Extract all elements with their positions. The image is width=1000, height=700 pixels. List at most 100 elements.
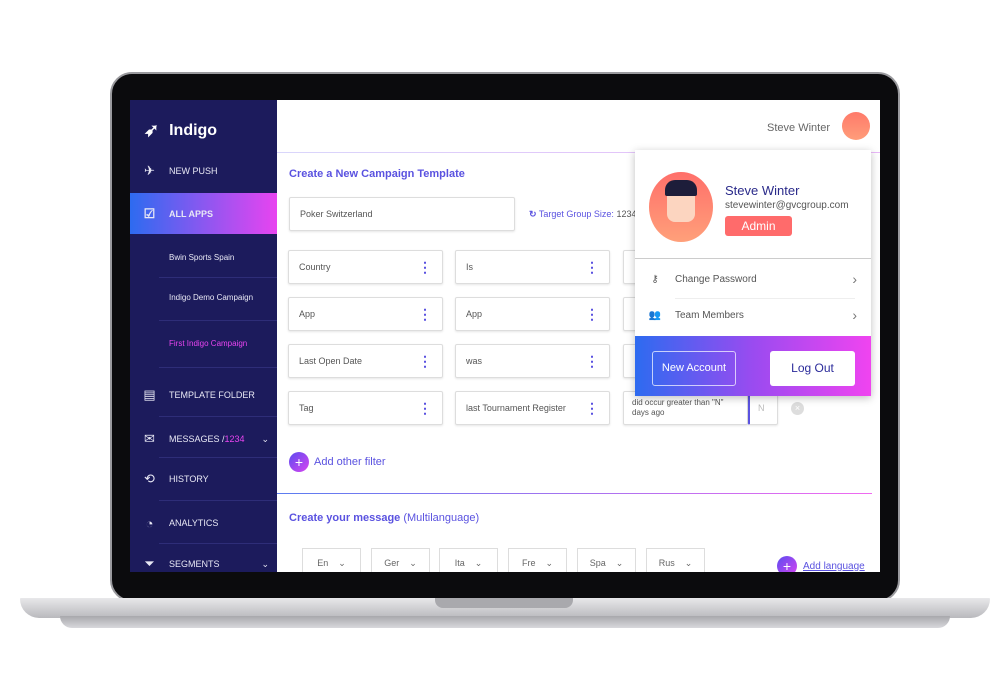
- value: App: [466, 309, 483, 319]
- messages-count: 1234: [224, 434, 245, 444]
- menu-item-change-password[interactable]: ⚷ Change Password ›: [635, 261, 871, 297]
- label: Target Group Size:: [538, 209, 614, 219]
- language-select-spa[interactable]: Spa ⌄: [577, 548, 636, 572]
- filter-icon: ⏷: [144, 556, 155, 571]
- divider: [277, 493, 872, 494]
- sidebar-item-all-apps[interactable]: ☑ ALL APPS: [130, 193, 277, 234]
- subtitle: (Multilanguage): [403, 512, 480, 524]
- avatar[interactable]: [842, 112, 870, 140]
- chevron-down-icon: ⌄: [261, 558, 269, 569]
- sidebar-item-new-push[interactable]: ✈ NEW PUSH: [130, 158, 277, 184]
- n-days-input[interactable]: N: [748, 391, 778, 425]
- refresh-icon[interactable]: ↻: [529, 209, 537, 219]
- message-title: Create your message (Multilanguage): [289, 512, 479, 524]
- page-title: Create a New Campaign Template: [289, 168, 465, 180]
- screen: ➶ Indigo ✈ NEW PUSH ☑ ALL APPS Bwin Sports …: [130, 100, 880, 572]
- new-account-button[interactable]: New Account: [652, 351, 736, 386]
- chevron-right-icon: ›: [852, 307, 857, 323]
- more-vertical-icon[interactable]: ⋮: [585, 307, 599, 321]
- chevron-right-icon: ›: [852, 271, 857, 287]
- more-vertical-icon[interactable]: ⋮: [418, 354, 432, 368]
- sidebar-item-messages[interactable]: ✉ MESSAGES / 1234 ⌄: [130, 428, 277, 450]
- chevron-down-icon: ⌄: [615, 557, 624, 568]
- label: ANALYTICS: [169, 518, 219, 528]
- laptop-notch: [435, 598, 573, 608]
- remove-filter-icon[interactable]: ×: [791, 402, 804, 415]
- divider: [159, 457, 277, 458]
- edit-icon: ☑: [143, 205, 156, 221]
- filter-field-select[interactable]: App ⋮: [288, 297, 443, 331]
- language-select-ita[interactable]: Ita ⌄: [439, 548, 498, 572]
- language-select-rus[interactable]: Rus ⌄: [646, 548, 705, 572]
- user-menu-popup: Steve Winter stevewinter@gvcgroup.com Ad…: [635, 150, 871, 396]
- plus-icon: +: [777, 556, 797, 572]
- value: Fre: [521, 558, 536, 568]
- add-language-button[interactable]: + Add language: [777, 556, 865, 572]
- pie-chart-icon: ◔: [145, 515, 154, 531]
- chevron-down-icon: ⌄: [474, 557, 483, 568]
- chevron-down-icon: ⌄: [409, 557, 417, 568]
- sub-item-indigo-demo[interactable]: Indigo Demo Campaign: [169, 293, 253, 302]
- logo[interactable]: ➶ Indigo: [144, 120, 217, 141]
- paper-plane-icon: ✈: [144, 163, 155, 178]
- sidebar-item-template-folder[interactable]: ▤ TEMPLATE FOLDER: [130, 384, 277, 406]
- language-select-en[interactable]: En ⌄: [302, 548, 361, 572]
- value: Ita: [454, 558, 465, 568]
- sidebar-item-analytics[interactable]: ◔ ANALYTICS: [130, 512, 277, 534]
- filter-condition-select[interactable]: did occur greater than "N" days ago: [623, 391, 748, 425]
- value: Ger: [384, 558, 400, 568]
- divider: [159, 543, 277, 544]
- history-icon: ⟲: [144, 471, 155, 486]
- header-user-name[interactable]: Steve Winter: [767, 122, 830, 134]
- more-vertical-icon[interactable]: ⋮: [418, 260, 432, 274]
- value: did occur greater than "N" days ago: [632, 397, 724, 417]
- key-icon: ⚷: [651, 273, 659, 285]
- label: SEGMENTS: [169, 559, 220, 569]
- target-group-size: ↻ Target Group Size: 1234: [529, 209, 636, 220]
- filter-operator-select[interactable]: App ⋮: [455, 297, 610, 331]
- more-vertical-icon[interactable]: ⋮: [585, 354, 599, 368]
- filter-operator-select[interactable]: was ⋮: [455, 344, 610, 378]
- role-badge: Admin: [725, 216, 792, 236]
- popup-footer: New Account Log Out: [635, 336, 871, 396]
- layout-icon: ▤: [143, 387, 156, 402]
- more-vertical-icon[interactable]: ⋮: [418, 401, 432, 415]
- plus-icon: +: [289, 452, 309, 472]
- more-vertical-icon[interactable]: ⋮: [585, 260, 599, 274]
- filter-field-select[interactable]: Tag ⋮: [288, 391, 443, 425]
- label: ALL APPS: [169, 208, 214, 219]
- placeholder: N: [758, 403, 765, 413]
- sub-item-first-indigo[interactable]: First Indigo Campaign: [169, 339, 247, 348]
- value: Poker Switzerland: [300, 209, 373, 219]
- more-vertical-icon[interactable]: ⋮: [585, 401, 599, 415]
- divider: [635, 258, 871, 259]
- value: Spa: [589, 558, 606, 568]
- filter-field-select[interactable]: Last Open Date ⋮: [288, 344, 443, 378]
- more-vertical-icon[interactable]: ⋮: [418, 307, 432, 321]
- label: Add language: [803, 560, 865, 572]
- label: NEW PUSH: [169, 166, 218, 176]
- label: MESSAGES /: [169, 434, 225, 444]
- sub-item-bwin[interactable]: Bwin Sports Spain: [169, 253, 234, 262]
- add-filter-button[interactable]: + Add other filter: [289, 452, 386, 472]
- label: Team Members: [675, 309, 744, 321]
- filter-operator-select[interactable]: Is ⋮: [455, 250, 610, 284]
- title: Create your message: [289, 512, 401, 524]
- campaign-name-input[interactable]: Poker Switzerland: [289, 197, 515, 231]
- language-select-fre[interactable]: Fre ⌄: [508, 548, 567, 572]
- value: En: [317, 558, 329, 568]
- filter-operator-select[interactable]: last Tournament Register ⋮: [455, 391, 610, 425]
- divider: [159, 367, 277, 368]
- language-select-ger[interactable]: Ger ⌄: [371, 548, 430, 572]
- filter-field-select[interactable]: Country ⋮: [288, 250, 443, 284]
- menu-item-team-members[interactable]: 👥 Team Members ›: [635, 297, 871, 333]
- feather-icon: ➶: [144, 120, 160, 140]
- value: last Tournament Register: [466, 403, 566, 413]
- avatar-large: [649, 172, 713, 242]
- sidebar-item-segments[interactable]: ⏷ SEGMENTS ⌄: [130, 553, 277, 572]
- divider: [159, 277, 277, 278]
- logout-button[interactable]: Log Out: [770, 351, 855, 386]
- chevron-down-icon: ⌄: [261, 433, 269, 444]
- sidebar: ➶ Indigo ✈ NEW PUSH ☑ ALL APPS Bwin Sports …: [130, 100, 277, 572]
- sidebar-item-history[interactable]: ⟲ HISTORY: [130, 468, 277, 490]
